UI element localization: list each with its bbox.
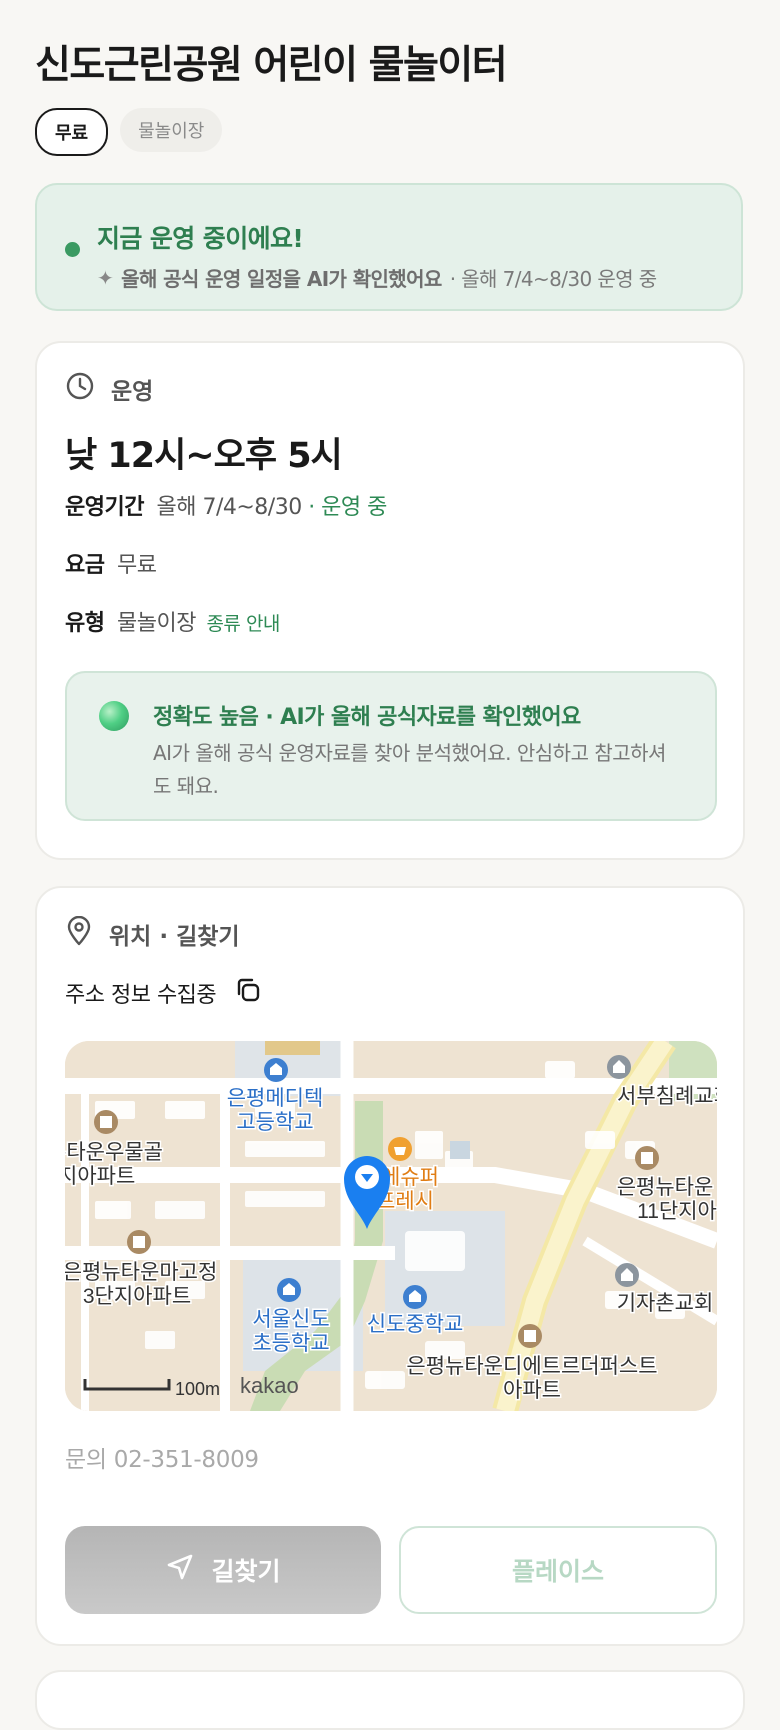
period-label: 운영기간 [65, 495, 144, 520]
ai-orb-icon [99, 701, 129, 731]
navigate-arrow-icon [165, 1552, 195, 1589]
map-poi-school-icon [403, 1285, 427, 1309]
map-label: 서울신도 [252, 1308, 329, 1331]
type-label: 유형 [65, 611, 105, 636]
type-info-link[interactable]: 종류 안내 [206, 613, 280, 635]
map-label: 은평메디텍 [227, 1087, 324, 1110]
map-poi-school-icon [264, 1058, 288, 1082]
status-card: 지금 운영 중이에요! ✦ 올해 공식 운영 일정을 AI가 확인했어요 · 올… [35, 183, 743, 311]
map-label: 은평뉴타운디에트르더퍼스트 [406, 1355, 657, 1378]
tag-free[interactable]: 무료 [35, 108, 109, 156]
sparkle-icon: ✦ [97, 265, 114, 290]
map-label: 신도중학교 [367, 1313, 464, 1336]
map-label: 은평뉴타운 [617, 1176, 714, 1199]
status-dot [65, 242, 80, 257]
map-label: 단지아파트 [65, 1165, 135, 1188]
ai-accuracy-title: 정확도 높음 · AI가 올해 공식자료를 확인했어요 [153, 705, 581, 730]
operation-header-label: 운영 [111, 379, 154, 405]
fee-value: 무료 [116, 553, 157, 578]
map-label: 은평뉴타운마고정 [65, 1261, 217, 1284]
tag-waterplay[interactable]: 물놀이장 [120, 108, 223, 152]
map-label: 3단지아파트 [83, 1285, 191, 1308]
operation-period-row: 운영기간 올해 7/4~8/30 · 운영 중 [65, 489, 387, 521]
period-status: · 운영 중 [308, 495, 387, 520]
ai-accuracy-card: 정확도 높음 · AI가 올해 공식자료를 확인했어요 AI가 올해 공식 운영… [65, 671, 717, 821]
type-value: 물놀이장 [116, 611, 196, 636]
map-label: 11단지아 [637, 1200, 717, 1223]
map-label: 기자촌교회 [617, 1292, 714, 1315]
place-button[interactable]: 플레이스 [399, 1526, 717, 1614]
clock-icon [65, 371, 95, 407]
map-label: 아파트 [503, 1379, 561, 1402]
contact-phone[interactable]: 문의 02-351-8009 [65, 1440, 259, 1474]
map-field [265, 1041, 320, 1055]
address-row: 주소 정보 수집중 [65, 976, 262, 1010]
map-label: 서부침례교회 [617, 1085, 717, 1108]
directions-button[interactable]: 길찾기 [65, 1526, 381, 1614]
address-text: 주소 정보 수집중 [65, 983, 217, 1008]
location-header: 위치 · 길찾기 [65, 915, 240, 952]
operation-fee-row: 요금 무료 [65, 547, 157, 579]
map-scale-label: 100m [175, 1379, 220, 1399]
operation-card: 운영 낮 12시~오후 5시 운영기간 올해 7/4~8/30 · 운영 중 요… [35, 341, 745, 860]
operation-header: 운영 [65, 371, 153, 407]
directions-label: 길찾기 [211, 1558, 281, 1586]
operation-type-row: 유형 물놀이장 종류 안내 [65, 605, 280, 637]
map-poi-apartment-icon [518, 1324, 542, 1348]
operation-hours: 낮 12시~오후 5시 [65, 436, 343, 476]
map-poi-school-icon [277, 1278, 301, 1302]
copy-icon[interactable] [234, 976, 262, 1010]
page-title: 신도근린공원 어린이 물놀이터 [35, 43, 508, 88]
location-header-label: 위치 · 길찾기 [109, 924, 240, 950]
tag-list: 무료 물놀이장 [35, 108, 223, 156]
ai-accuracy-body: AI가 올해 공식 운영자료를 찾아 분석했어요. 안심하고 참고하셔도 돼요. [153, 741, 666, 798]
map-canvas[interactable]: 은평메디텍 고등학교 뉴타운우물골 단지아파트 에슈퍼 프레시 은평뉴타운마고정… [65, 1041, 717, 1411]
status-title: 지금 운영 중이에요! [97, 224, 304, 253]
map-brand-logo: kakao [240, 1373, 299, 1398]
map-label: 고등학교 [236, 1111, 313, 1134]
period-value: 올해 7/4~8/30 [156, 495, 302, 520]
map-poi-apartment-icon [94, 1110, 118, 1134]
status-ai-note: 올해 공식 운영 일정을 AI가 확인했어요 [121, 267, 442, 291]
map-view[interactable]: 은평메디텍 고등학교 뉴타운우물골 단지아파트 에슈퍼 프레시 은평뉴타운마고정… [65, 1041, 717, 1411]
map-label: 뉴타운우물골 [65, 1141, 163, 1164]
map-pond [450, 1141, 470, 1159]
map-poi-church-icon [615, 1263, 639, 1287]
map-poi-store-icon [388, 1137, 412, 1161]
status-period-note: · 올해 7/4~8/30 운영 중 [449, 267, 657, 291]
map-label: 초등학교 [252, 1332, 329, 1355]
map-poi-apartment-icon [635, 1146, 659, 1170]
fee-label: 요금 [65, 553, 105, 578]
map-poi-apartment-icon [127, 1230, 151, 1254]
next-card-peek [35, 1670, 745, 1730]
status-subtitle: ✦ 올해 공식 운영 일정을 AI가 확인했어요 · 올해 7/4~8/30 운… [97, 263, 657, 292]
map-poi-church-icon [607, 1055, 631, 1079]
location-card: 위치 · 길찾기 주소 정보 수집중 은평메디텍 고등학교 타운우물골 지아파트… [35, 886, 745, 1646]
location-pin-icon [65, 915, 93, 952]
